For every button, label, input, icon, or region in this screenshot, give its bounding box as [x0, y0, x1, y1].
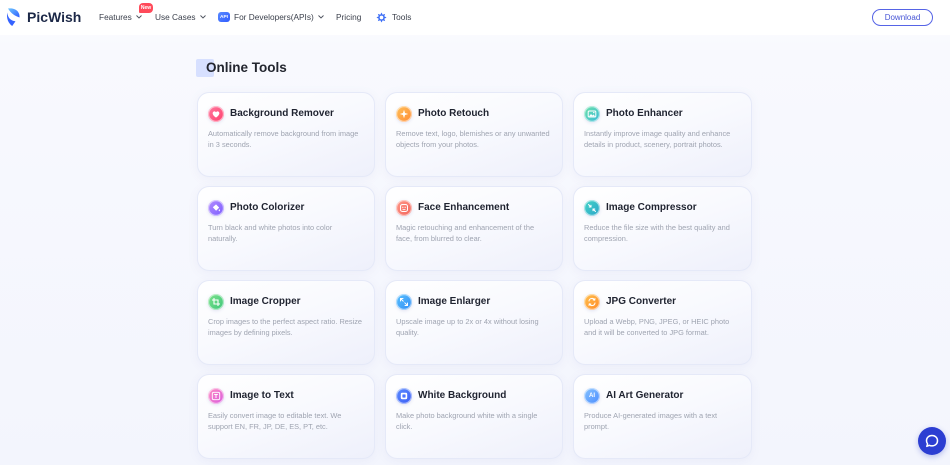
- tool-card-photo-enhancer[interactable]: Photo Enhancer Instantly improve image q…: [573, 92, 752, 177]
- brand-name: PicWish: [27, 9, 82, 25]
- tool-card-face-enhancement[interactable]: Face Enhancement Magic retouching and en…: [385, 186, 563, 271]
- tool-description: Upload a Webp, PNG, JPEG, or HEIC photo …: [584, 317, 730, 337]
- tool-description: Produce AI-generated images with a text …: [584, 411, 718, 431]
- tool-title: Face Enhancement: [418, 202, 510, 213]
- jpg-converter-icon: [584, 294, 600, 310]
- white-background-icon: [396, 388, 412, 404]
- tool-description: Instantly improve image quality and enha…: [584, 129, 731, 149]
- image-to-text-icon: [208, 388, 224, 404]
- brand-logo[interactable]: PicWish: [6, 7, 81, 27]
- new-badge: New: [139, 3, 153, 13]
- tool-description: Magic retouching and enhancement of the …: [396, 223, 535, 243]
- nav-developers[interactable]: API For Developers(APIs): [218, 10, 324, 24]
- chevron-down-icon: [135, 15, 142, 19]
- tool-title: Image Compressor: [606, 202, 697, 213]
- tool-title: Photo Colorizer: [230, 202, 305, 213]
- chevron-down-icon: [317, 15, 324, 19]
- tool-description: Automatically remove background from ima…: [208, 129, 359, 149]
- tool-card-image-compressor[interactable]: Image Compressor Reduce the file size wi…: [573, 186, 752, 271]
- nav-pricing[interactable]: Pricing: [336, 10, 361, 24]
- tool-title: White Background: [418, 390, 507, 401]
- tools-grid: Background Remover Automatically remove …: [197, 92, 752, 459]
- chevron-down-icon: [199, 15, 206, 19]
- tools-icon: [376, 11, 387, 23]
- image-compressor-icon: [584, 200, 600, 216]
- nav-use-cases[interactable]: Use Cases: [155, 10, 206, 24]
- nav-features[interactable]: Features: [99, 10, 142, 24]
- nav-developers-label: For Developers(APIs): [234, 12, 314, 22]
- photo-enhancer-icon: [584, 106, 600, 122]
- tool-description: Turn black and white photos into color n…: [208, 223, 333, 243]
- picwish-logo-icon: [6, 7, 21, 27]
- ai-art-generator-icon: AI: [584, 388, 600, 404]
- page-title: Online Tools: [206, 60, 287, 75]
- image-cropper-icon: [208, 294, 224, 310]
- tool-card-image-cropper[interactable]: Image Cropper Crop images to the perfect…: [197, 280, 375, 365]
- photo-retouch-icon: [396, 106, 412, 122]
- tool-card-image-to-text[interactable]: Image to Text Easily convert image to ed…: [197, 374, 375, 459]
- tool-card-jpg-converter[interactable]: JPG Converter Upload a Webp, PNG, JPEG, …: [573, 280, 752, 365]
- tool-title: Photo Enhancer: [606, 108, 683, 119]
- image-enlarger-icon: [396, 294, 412, 310]
- tool-description: Upscale image up to 2x or 4x without los…: [396, 317, 539, 337]
- tool-description: Crop images to the perfect aspect ratio.…: [208, 317, 363, 337]
- tool-card-photo-colorizer[interactable]: Photo Colorizer Turn black and white pho…: [197, 186, 375, 271]
- tool-card-image-enlarger[interactable]: Image Enlarger Upscale image up to 2x or…: [385, 280, 563, 365]
- tool-card-background-remover[interactable]: Background Remover Automatically remove …: [197, 92, 375, 177]
- face-enhancement-icon: [396, 200, 412, 216]
- tool-title: Photo Retouch: [418, 108, 490, 119]
- tool-title: Image Enlarger: [418, 296, 491, 307]
- nav-tools[interactable]: Tools: [376, 10, 411, 24]
- tool-card-photo-retouch[interactable]: Photo Retouch Remove text, logo, blemish…: [385, 92, 563, 177]
- tool-description: Reduce the file size with the best quali…: [584, 223, 730, 243]
- tool-card-white-background[interactable]: White Background Make photo background w…: [385, 374, 563, 459]
- tool-description: Remove text, logo, blemishes or any unwa…: [396, 129, 550, 149]
- photo-colorizer-icon: [208, 200, 224, 216]
- ai-icon-label: AI: [589, 393, 595, 399]
- nav-pricing-label: Pricing: [336, 12, 362, 22]
- tool-card-ai-art-generator[interactable]: AI AI Art Generator Produce AI-generated…: [573, 374, 752, 459]
- download-button[interactable]: Download: [872, 9, 933, 26]
- tool-description: Easily convert image to editable text. W…: [208, 411, 342, 431]
- tool-description: Make photo background white with a singl…: [396, 411, 538, 431]
- tool-title: Image Cropper: [230, 296, 301, 307]
- top-navbar: PicWish Features New Use Cases API For D…: [0, 0, 950, 35]
- chat-support-button[interactable]: [918, 427, 946, 455]
- chat-bubble-icon: [925, 434, 939, 448]
- background-remover-icon: [208, 106, 224, 122]
- nav-tools-label: Tools: [392, 12, 412, 22]
- api-icon: API: [218, 12, 230, 22]
- tool-title: Image to Text: [230, 390, 294, 401]
- tool-title: Background Remover: [230, 108, 334, 119]
- tool-title: AI Art Generator: [606, 390, 684, 401]
- nav-features-label: Features: [99, 12, 132, 22]
- nav-use-cases-label: Use Cases: [155, 12, 196, 22]
- tool-title: JPG Converter: [606, 296, 677, 307]
